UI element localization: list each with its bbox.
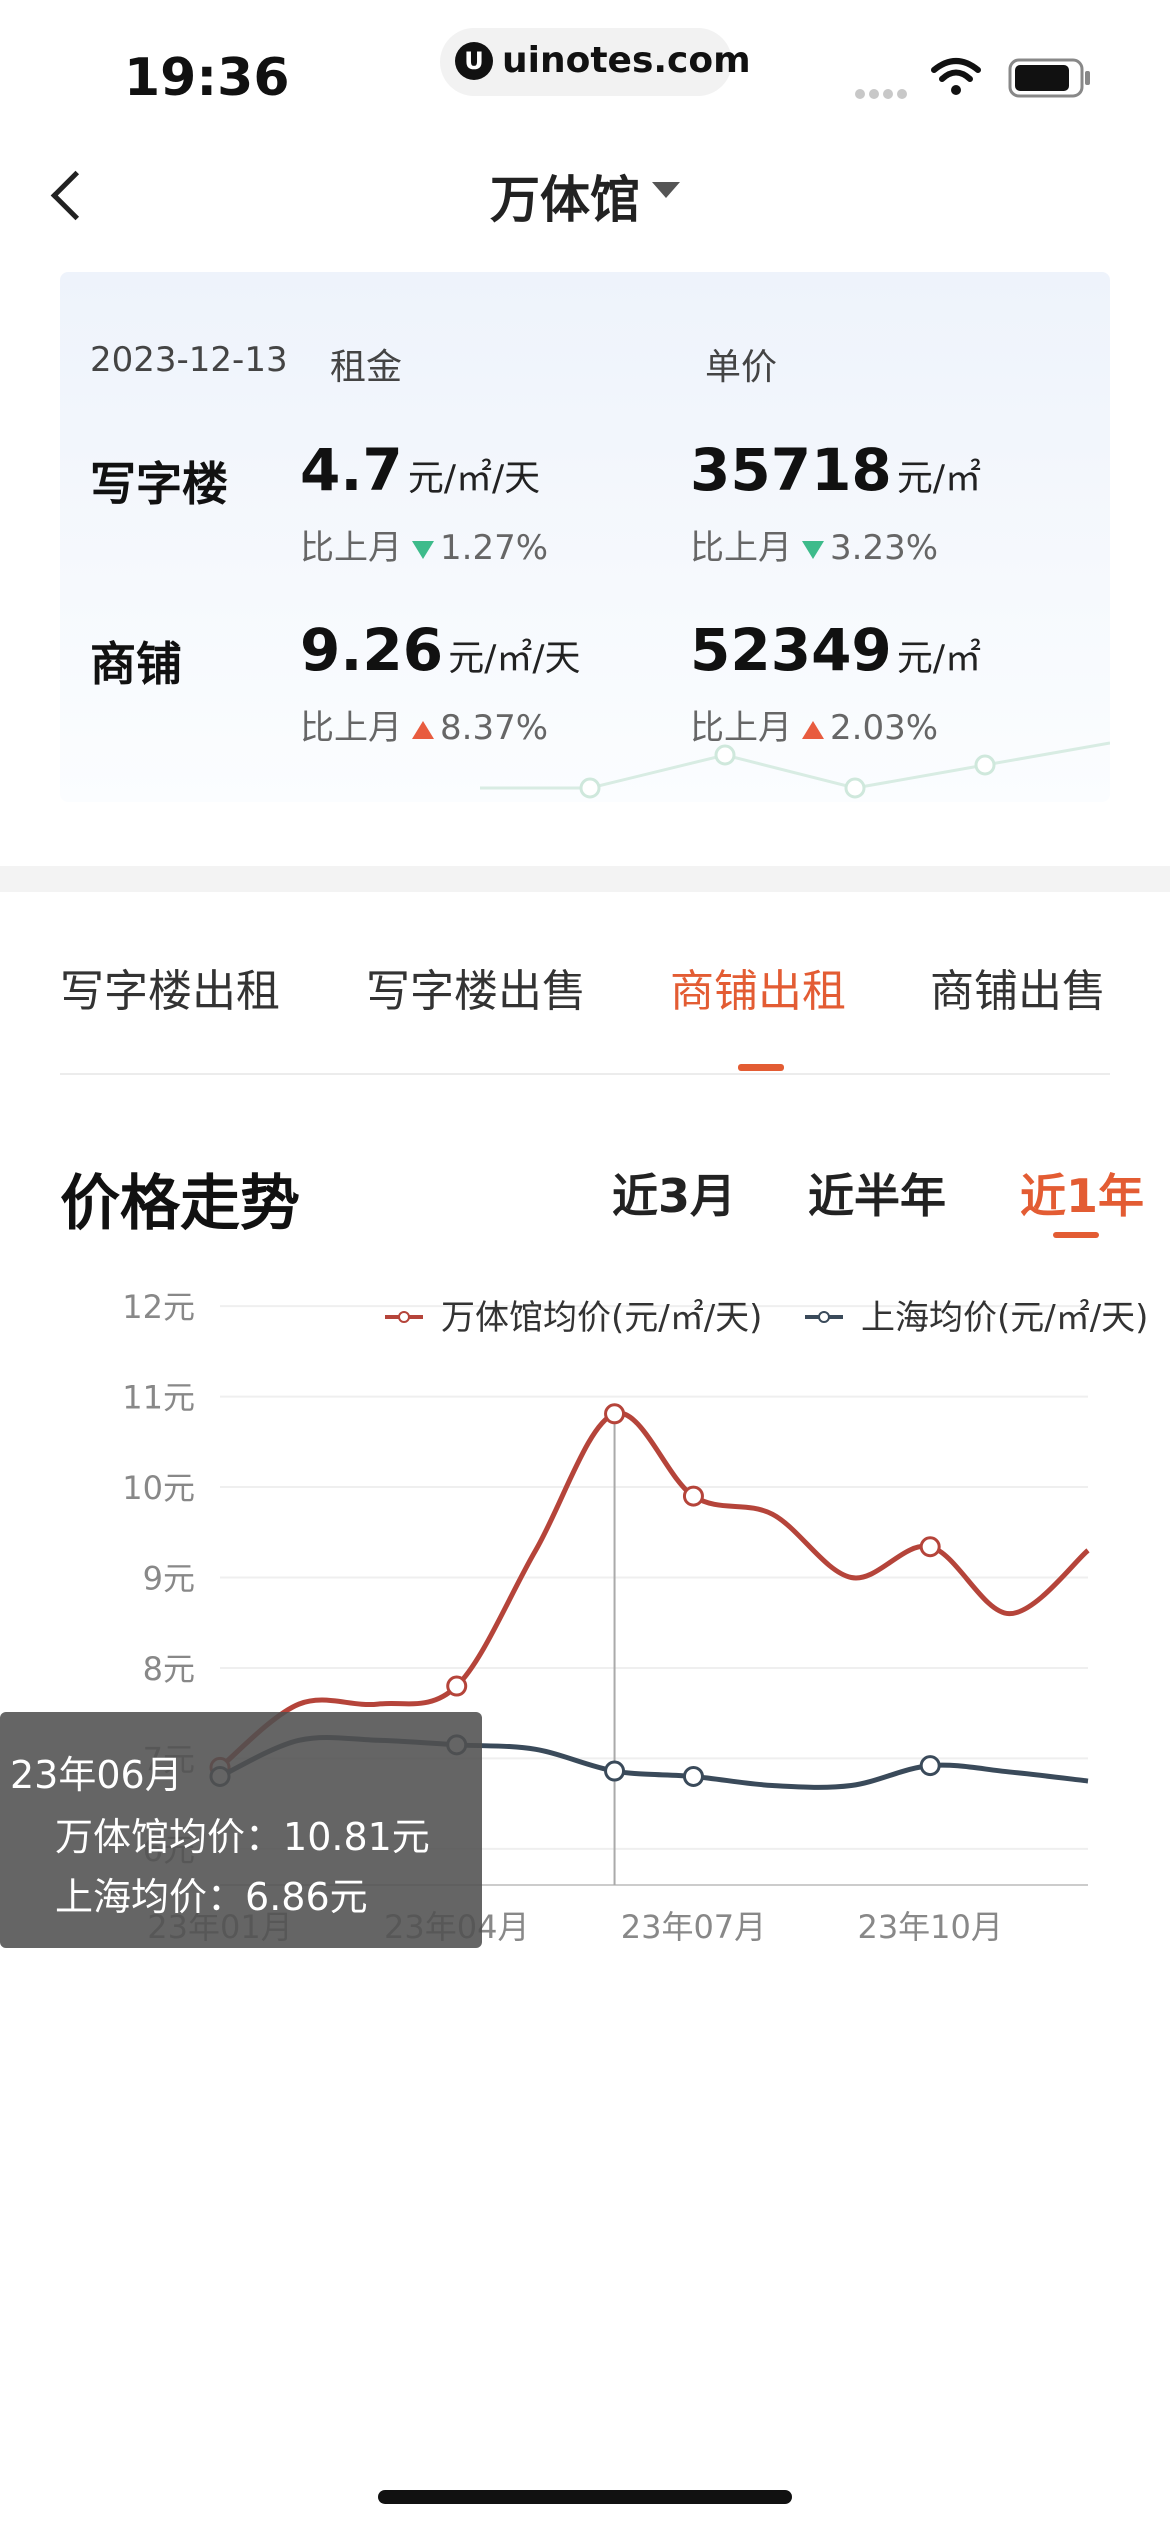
y-tick-label: 11元: [122, 1379, 195, 1417]
cellular-signal-icon: [855, 84, 911, 103]
tab-office-rent[interactable]: 写字楼出租: [60, 955, 280, 1019]
range-half-year[interactable]: 近半年: [808, 1160, 946, 1226]
tooltip-label: 万体馆均价：: [55, 1815, 284, 1859]
compare-label: 比上月: [690, 708, 792, 748]
tooltip-row-city: 上海均价：6.86元: [55, 1866, 368, 1921]
data-point-marker: [604, 1403, 626, 1425]
office-rent-value: 4.7: [300, 436, 403, 504]
rent-header: 租金: [330, 347, 403, 388]
up-triangle-icon: [412, 720, 434, 739]
office-rent: 4.7 元/㎡/天: [300, 436, 540, 504]
range-1-year[interactable]: 近1年: [1020, 1160, 1144, 1226]
home-indicator: [378, 2490, 792, 2504]
data-point-marker: [682, 1765, 704, 1787]
battery-icon: [1008, 58, 1090, 98]
active-tab-indicator: [738, 1064, 784, 1071]
change-value: 8.37%: [440, 708, 549, 748]
active-range-indicator: [1053, 1232, 1099, 1238]
office-rent-unit: 元/㎡/天: [407, 458, 541, 499]
summary-date: 2023-12-13: [90, 340, 288, 380]
data-point-marker: [446, 1675, 468, 1697]
shop-price-change: 比上月 2.03%: [690, 700, 938, 749]
status-time: 19:36: [124, 48, 290, 108]
office-rent-change: 比上月 1.27%: [300, 520, 548, 569]
shop-rent-change: 比上月 8.37%: [300, 700, 548, 749]
change-value: 3.23%: [830, 528, 939, 568]
legend-swatch-marker: [398, 1311, 410, 1323]
office-price: 35718 元/㎡: [690, 436, 981, 504]
tab-office-sale[interactable]: 写字楼出售: [366, 955, 586, 1019]
legend-label: 万体馆均价(元/㎡/天): [441, 1298, 762, 1338]
data-point-marker: [919, 1755, 941, 1777]
row-label-office: 写字楼: [90, 457, 228, 511]
shop-price-value: 52349: [690, 616, 892, 684]
range-3-months[interactable]: 近3月: [612, 1160, 736, 1226]
compare-label: 比上月: [300, 528, 402, 568]
shop-rent-unit: 元/㎡/天: [448, 638, 581, 679]
x-tick-label: 23年10月: [857, 1908, 1002, 1946]
tab-shop-sale[interactable]: 商铺出售: [930, 955, 1106, 1019]
up-triangle-icon: [802, 720, 824, 739]
office-price-value: 35718: [690, 436, 892, 504]
wifi-icon: [931, 58, 981, 95]
tooltip-row-local: 万体馆均价：10.81元: [55, 1806, 430, 1861]
office-price-change: 比上月 3.23%: [690, 520, 938, 569]
data-point-marker: [604, 1760, 626, 1782]
y-tick-label: 10元: [122, 1469, 195, 1507]
section-divider: [0, 866, 1170, 892]
change-value: 2.03%: [830, 708, 939, 748]
shop-rent: 9.26 元/㎡/天: [300, 616, 580, 684]
trend-title: 价格走势: [60, 1169, 300, 1239]
tooltip-value: 6.86元: [245, 1875, 368, 1919]
down-triangle-icon: [412, 540, 434, 559]
caret-down-icon[interactable]: [652, 182, 680, 198]
data-point-marker: [682, 1485, 704, 1507]
row-label-shop: 商铺: [90, 637, 182, 691]
shop-rent-value: 9.26: [300, 616, 444, 684]
legend-swatch-marker: [818, 1311, 830, 1323]
y-tick-label: 8元: [143, 1650, 195, 1688]
legend-label: 上海均价(元/㎡/天): [861, 1298, 1148, 1338]
data-point-marker: [919, 1536, 941, 1558]
url-text[interactable]: uinotes.com: [502, 40, 751, 81]
shop-price-unit: 元/㎡: [896, 638, 982, 679]
tab-shop-rent[interactable]: 商铺出租: [670, 955, 846, 1019]
down-triangle-icon: [802, 540, 824, 559]
tab-bar-baseline: [60, 1073, 1110, 1075]
tooltip-label: 上海均价：: [55, 1875, 246, 1919]
site-logo-icon: U: [455, 42, 493, 80]
y-tick-label: 9元: [143, 1560, 195, 1598]
compare-label: 比上月: [300, 708, 402, 748]
unit-price-header: 单价: [705, 347, 778, 388]
tooltip-title: 23年06月: [10, 1753, 183, 1797]
shop-price: 52349 元/㎡: [690, 616, 981, 684]
tooltip-value: 10.81元: [283, 1815, 430, 1859]
back-arrow-icon[interactable]: [50, 170, 101, 221]
x-tick-label: 23年07月: [621, 1908, 766, 1946]
page-title[interactable]: 万体馆: [490, 160, 640, 232]
change-value: 1.27%: [440, 528, 549, 568]
office-price-unit: 元/㎡: [896, 458, 982, 499]
y-tick-label: 12元: [122, 1288, 195, 1326]
compare-label: 比上月: [690, 528, 792, 568]
